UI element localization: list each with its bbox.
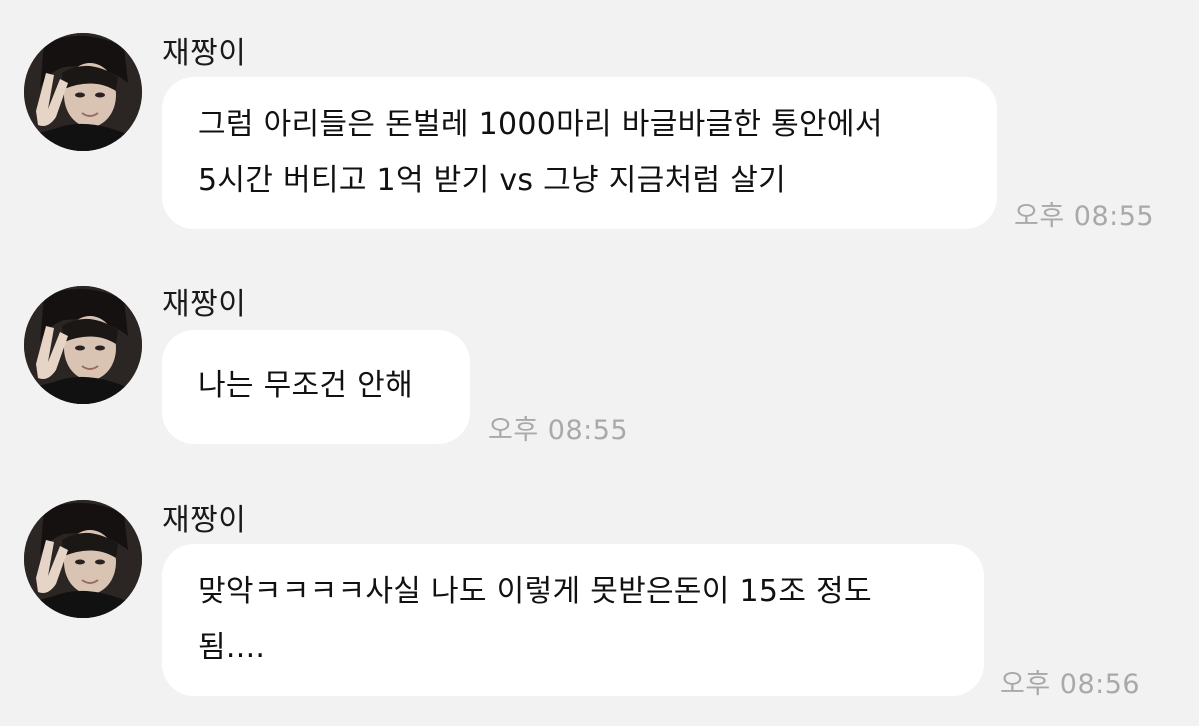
message-bubble[interactable]: 나는 무조건 안해 — [162, 330, 470, 444]
message-timestamp: 오후 08:56 — [1000, 669, 1141, 700]
avatar[interactable] — [24, 500, 142, 618]
avatar[interactable] — [24, 286, 142, 404]
message-timestamp: 오후 08:55 — [488, 415, 629, 446]
avatar[interactable] — [24, 33, 142, 151]
message-text: 나는 무조건 안해 — [198, 368, 413, 403]
sender-name: 재짱이 — [162, 287, 247, 322]
chat-message-list: 재짱이 그럼 아리들은 돈벌레 1000마리 바글바글한 통안에서 5시간 버티… — [0, 0, 1199, 726]
profile-photo-icon — [24, 286, 142, 404]
sender-name: 재짱이 — [162, 503, 247, 538]
message-timestamp: 오후 08:55 — [1014, 201, 1155, 232]
sender-name: 재짱이 — [162, 36, 247, 71]
message-bubble[interactable]: 맞악ㅋㅋㅋㅋ사실 나도 이렇게 못받은돈이 15조 정도 됨.... — [162, 544, 984, 696]
profile-photo-icon — [24, 33, 142, 151]
message-bubble[interactable]: 그럼 아리들은 돈벌레 1000마리 바글바글한 통안에서 5시간 버티고 1억… — [162, 77, 997, 229]
message-text: 그럼 아리들은 돈벌레 1000마리 바글바글한 통안에서 — [198, 107, 883, 142]
message-text: 맞악ㅋㅋㅋㅋ사실 나도 이렇게 못받은돈이 15조 정도 — [198, 574, 872, 609]
profile-photo-icon — [24, 500, 142, 618]
message-text: 5시간 버티고 1억 받기 vs 그냥 지금처럼 살기 — [198, 163, 787, 198]
message-text: 됨.... — [198, 630, 266, 665]
